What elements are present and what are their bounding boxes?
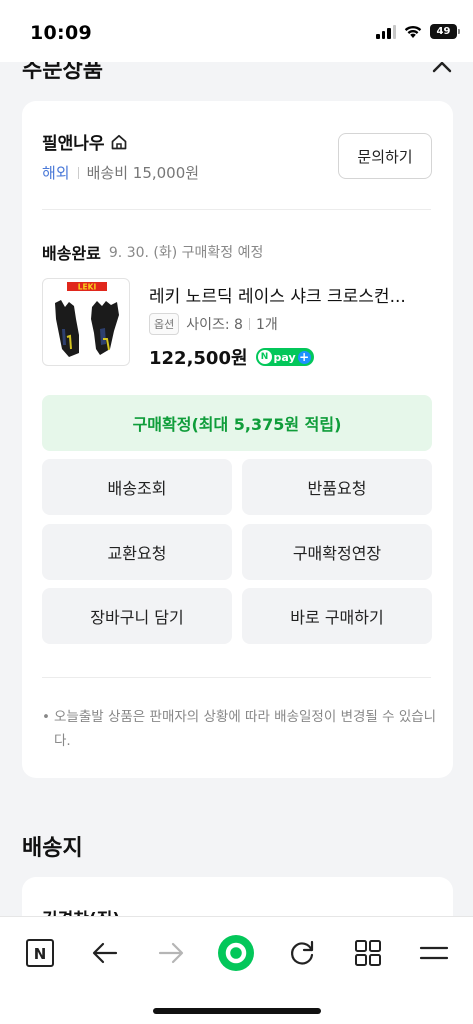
option-divider <box>248 318 250 330</box>
store-meta: 해외 배송비 15,000원 <box>42 162 199 183</box>
option-badge: 옵션 <box>149 313 180 335</box>
extend-confirm-button[interactable]: 구매확정연장 <box>242 524 432 580</box>
svg-text:N: N <box>34 945 47 963</box>
refresh-button[interactable] <box>282 933 322 973</box>
cellular-signal-icon <box>376 24 396 39</box>
green-dot-button[interactable] <box>216 933 256 973</box>
npay-label: pay <box>273 350 296 364</box>
back-button[interactable] <box>85 933 125 973</box>
home-indicator <box>153 1008 321 1014</box>
inquiry-button[interactable]: 문의하기 <box>338 133 432 179</box>
forward-button[interactable] <box>151 933 191 973</box>
naver-n-icon: N <box>257 350 272 364</box>
glove-image: LEKI <box>55 282 119 357</box>
option-row: 옵션 사이즈: 8 1개 <box>149 313 278 335</box>
exchange-request-button[interactable]: 교환요청 <box>42 524 232 580</box>
track-delivery-button[interactable]: 배송조회 <box>42 459 232 515</box>
quantity: 1개 <box>255 317 278 333</box>
brand-logo-text: LEKI <box>78 283 97 292</box>
naver-n-icon: N <box>26 939 54 967</box>
hamburger-icon <box>419 946 449 960</box>
wifi-icon <box>404 25 422 38</box>
grid-icon <box>355 940 381 966</box>
menu-button[interactable] <box>414 933 454 973</box>
purchase-confirm-button[interactable]: 구매확정(최대 5,375원 적립) <box>42 395 432 451</box>
divider <box>42 677 431 678</box>
buy-now-button[interactable]: 바로 구매하기 <box>242 588 432 644</box>
browser-toolbar: N <box>0 916 473 1024</box>
delivery-section-title: 배송지 <box>22 836 83 861</box>
price: 122,500원 <box>149 348 248 369</box>
add-to-cart-button[interactable]: 장바구니 담기 <box>42 588 232 644</box>
home-icon <box>111 134 126 149</box>
green-dot-icon <box>218 935 254 971</box>
naver-home-button[interactable]: N <box>20 933 60 973</box>
arrow-right-icon <box>158 942 184 964</box>
price-row: 122,500원 N pay + <box>149 344 314 370</box>
meta-divider <box>77 166 79 179</box>
shipping-status: 배송완료 9. 30. (화) 구매확정 예정 <box>42 240 263 264</box>
return-request-button[interactable]: 반품요청 <box>242 459 432 515</box>
status-date: 9. 30. (화) 구매확정 예정 <box>108 245 264 261</box>
product-thumbnail[interactable]: LEKI <box>42 278 130 366</box>
arrow-left-icon <box>92 942 118 964</box>
npay-plus-badge: N pay + <box>255 348 314 366</box>
product-name[interactable]: 레키 노르딕 레이스 샤크 크로스컨... <box>149 282 434 307</box>
store-name-label: 필앤나우 <box>42 134 105 154</box>
divider <box>42 209 431 210</box>
status-label: 배송완료 <box>42 244 101 263</box>
option-value: 사이즈: 8 <box>186 317 243 333</box>
status-bar: 10:09 49 <box>0 0 473 62</box>
tabs-button[interactable] <box>348 933 388 973</box>
battery-icon: 49 <box>430 24 460 39</box>
plus-icon: + <box>297 349 311 364</box>
overseas-badge: 해외 <box>42 164 70 182</box>
status-time: 10:09 <box>30 22 92 44</box>
status-icons: 49 <box>376 24 460 39</box>
order-card: 필앤나우 해외 배송비 15,000원 문의하기 배송완료 9. 30. (화)… <box>22 101 453 778</box>
shipping-fee: 배송비 15,000원 <box>86 164 200 182</box>
refresh-icon <box>291 940 314 965</box>
store-name[interactable]: 필앤나우 <box>42 129 128 154</box>
shipping-notice: 오늘출발 상품은 판매자의 상황에 따라 배송일정이 변경될 수 있습니다. <box>42 705 437 753</box>
